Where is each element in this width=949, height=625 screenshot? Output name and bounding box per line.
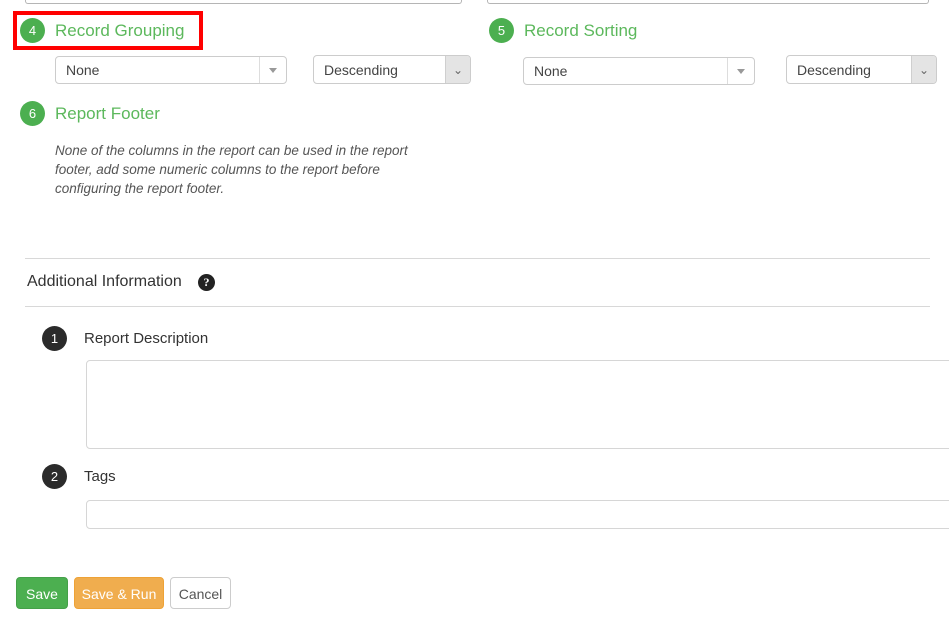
partial-input-left[interactable] (25, 0, 462, 4)
record-sorting-column-value: None (534, 63, 568, 79)
step-badge-report-footer: 6 (20, 101, 45, 126)
record-grouping-direction-value: Descending (324, 61, 398, 78)
tags-input[interactable] (86, 500, 949, 529)
divider-bottom (25, 306, 930, 307)
record-grouping-column-select[interactable]: None (55, 56, 287, 84)
step-badge-report-description: 1 (42, 326, 67, 351)
record-sorting-direction-value: Descending (797, 61, 871, 78)
triangle-down-icon[interactable] (727, 58, 754, 84)
section-title-report-footer: Report Footer (55, 104, 160, 123)
save-button[interactable]: Save (16, 577, 68, 609)
step-badge-record-grouping: 4 (20, 18, 45, 43)
save-and-run-button[interactable]: Save & Run (74, 577, 164, 609)
section-title-record-sorting: Record Sorting (524, 21, 638, 40)
section-title-record-grouping: Record Grouping (55, 21, 185, 40)
partial-input-right[interactable] (487, 0, 929, 4)
additional-information-heading: Additional Information (27, 273, 182, 290)
report-description-textarea[interactable] (86, 360, 949, 449)
divider-top (25, 258, 930, 259)
triangle-down-icon[interactable] (259, 57, 286, 83)
record-sorting-column-select[interactable]: None (523, 57, 755, 85)
step-badge-record-sorting: 5 (489, 18, 514, 43)
field-label-report-description: Report Description (84, 330, 209, 347)
question-mark-circle-icon[interactable]: ? (198, 274, 215, 291)
chevron-down-icon[interactable]: ⌄ (445, 56, 470, 83)
record-sorting-direction-select[interactable]: Descending ⌄ (786, 55, 937, 84)
cancel-button[interactable]: Cancel (170, 577, 231, 609)
record-grouping-column-value: None (66, 62, 100, 78)
step-badge-tags: 2 (42, 464, 67, 489)
field-label-tags: Tags (84, 468, 116, 485)
record-grouping-direction-select[interactable]: Descending ⌄ (313, 55, 471, 84)
report-footer-note: None of the columns in the report can be… (55, 143, 408, 196)
chevron-down-icon[interactable]: ⌄ (911, 56, 936, 83)
